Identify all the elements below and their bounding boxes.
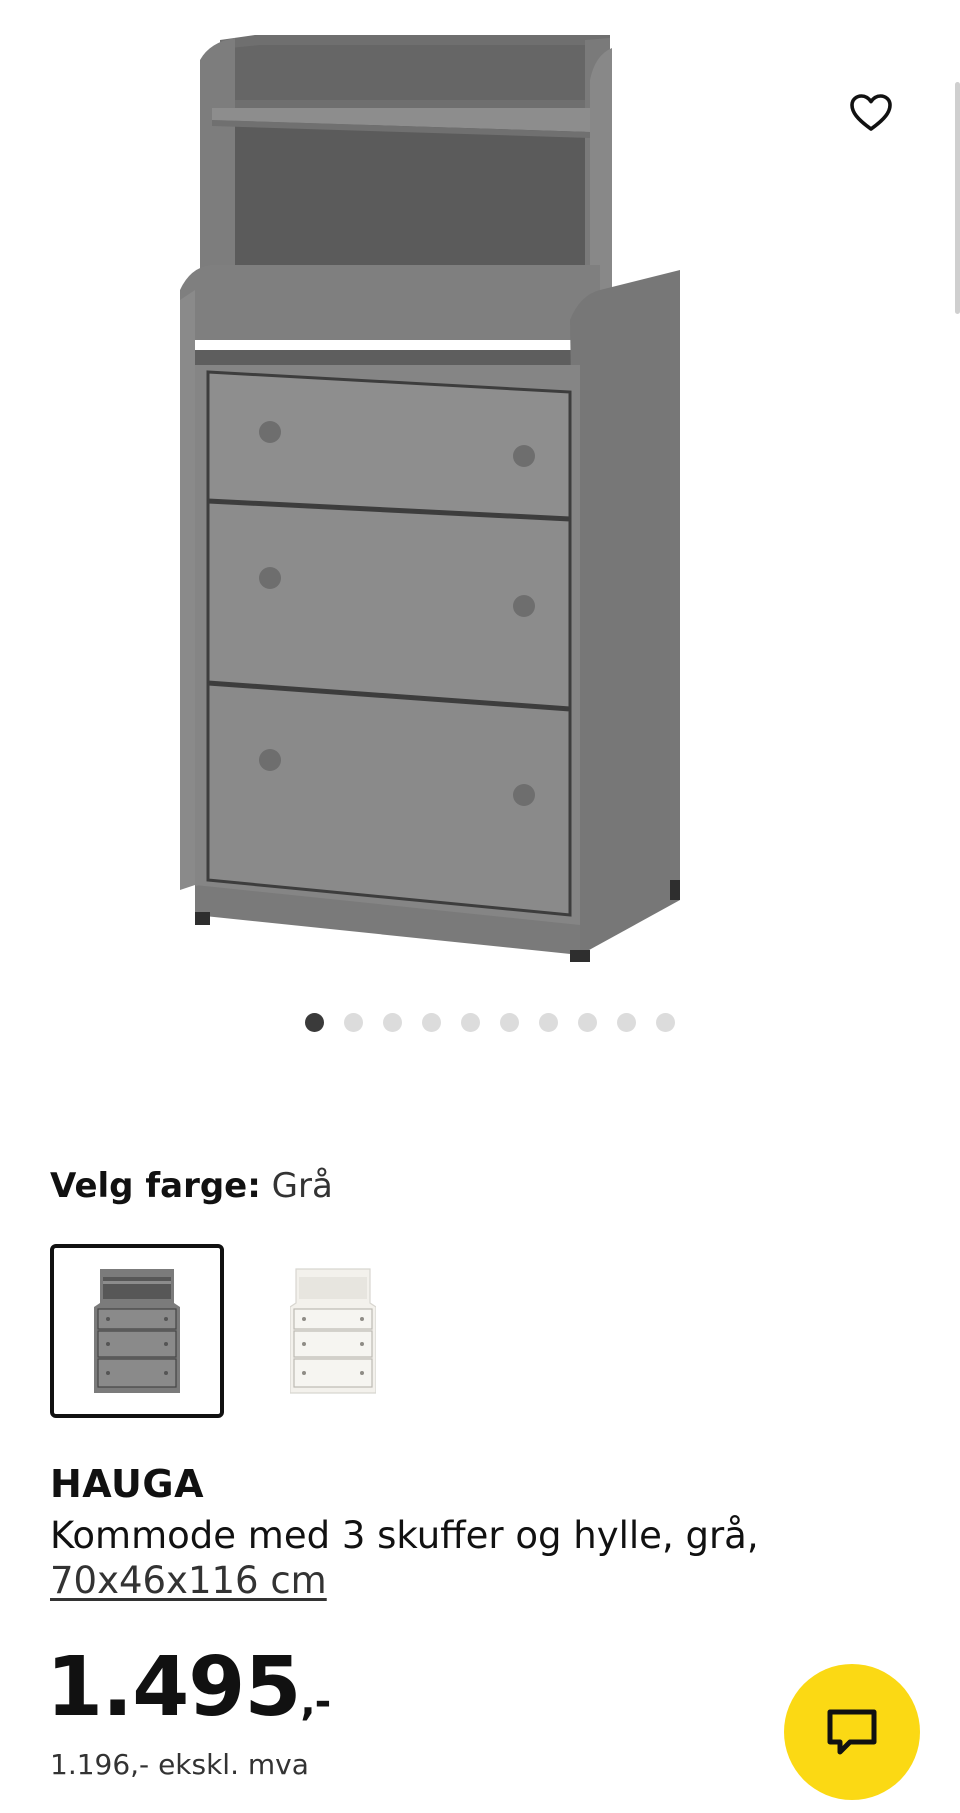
price-suffix: ,-	[300, 1679, 331, 1725]
chat-button[interactable]	[784, 1664, 920, 1800]
favorite-button[interactable]	[844, 88, 898, 138]
white-dresser-thumbnail	[290, 1268, 376, 1394]
product-description: Kommode med 3 skuffer og hylle, grå,	[50, 1514, 759, 1557]
product-gallery[interactable]	[0, 0, 960, 1000]
color-swatch-white[interactable]	[246, 1244, 420, 1418]
heart-outline-icon	[850, 94, 892, 131]
gray-dresser-thumbnail	[94, 1269, 180, 1393]
color-selector-label: Velg farge: Grå	[50, 1166, 333, 1206]
carousel-dot[interactable]	[617, 1013, 636, 1032]
product-name: HAUGA	[50, 1462, 204, 1506]
scrollbar[interactable]	[955, 82, 960, 314]
price-amount: 1.495	[46, 1640, 301, 1735]
carousel-dot[interactable]	[578, 1013, 597, 1032]
color-value: Grå	[271, 1166, 333, 1206]
carousel-dot[interactable]	[461, 1013, 480, 1032]
carousel-dot-active[interactable]	[305, 1013, 324, 1032]
color-label: Velg farge:	[50, 1166, 261, 1206]
product-image[interactable]	[180, 20, 800, 970]
carousel-dot[interactable]	[344, 1013, 363, 1032]
color-swatches	[50, 1244, 420, 1418]
product-price: 1.495,-	[46, 1640, 331, 1750]
carousel-dot[interactable]	[422, 1013, 441, 1032]
chat-bubble-icon	[827, 1709, 877, 1755]
carousel-dot[interactable]	[656, 1013, 675, 1032]
price-excl-vat: 1.196,- ekskl. mva	[50, 1748, 309, 1781]
carousel-dot[interactable]	[539, 1013, 558, 1032]
color-swatch-gray[interactable]	[50, 1244, 224, 1418]
product-dimensions-link[interactable]: 70x46x116 cm	[50, 1559, 327, 1602]
carousel-dots	[0, 1013, 960, 1032]
carousel-dot[interactable]	[383, 1013, 402, 1032]
carousel-dot[interactable]	[500, 1013, 519, 1032]
